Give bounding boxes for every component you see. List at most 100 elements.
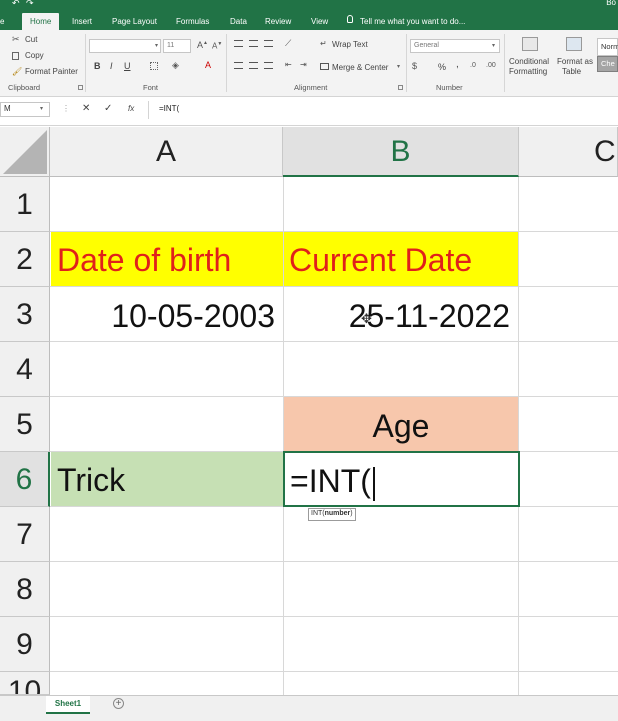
cut-button[interactable]: Cut bbox=[25, 35, 37, 45]
merge-center-button[interactable]: Merge & Center bbox=[332, 63, 388, 73]
grow-font-icon[interactable]: A▲ bbox=[197, 40, 208, 50]
function-tooltip[interactable]: INT(number) bbox=[308, 508, 356, 521]
merge-dropdown-icon[interactable]: ▾ bbox=[397, 63, 400, 70]
font-color-icon[interactable]: A bbox=[205, 60, 211, 70]
cell-a3-text: 10-05-2003 bbox=[111, 298, 275, 334]
cell-b3[interactable]: 25-11-2022 bbox=[284, 287, 518, 341]
copy-button[interactable]: Copy bbox=[25, 51, 44, 61]
borders-icon[interactable] bbox=[150, 62, 158, 70]
number-group-label: Number bbox=[436, 83, 463, 92]
row-header-2[interactable]: 2 bbox=[0, 232, 50, 287]
column-header-b[interactable]: B bbox=[283, 127, 519, 177]
tab-insert[interactable]: Insert bbox=[72, 13, 92, 30]
middle-align-icon[interactable] bbox=[249, 40, 258, 47]
font-size-box[interactable]: 11 bbox=[163, 39, 191, 53]
underline-icon[interactable]: U bbox=[124, 61, 131, 71]
group-separator bbox=[504, 34, 505, 92]
gridline bbox=[50, 616, 618, 617]
formula-input[interactable]: =INT( bbox=[148, 101, 618, 119]
cell-a6[interactable]: Trick bbox=[51, 452, 283, 506]
wrap-text-icon[interactable]: ↵ bbox=[320, 39, 327, 48]
tab-view[interactable]: View bbox=[311, 13, 328, 30]
decrease-decimal-icon[interactable]: .00 bbox=[486, 62, 496, 69]
copy-icon[interactable] bbox=[12, 52, 19, 60]
row-header-1[interactable]: 1 bbox=[0, 177, 50, 232]
italic-icon[interactable]: I bbox=[110, 61, 113, 71]
clipboard-launcher-icon[interactable] bbox=[78, 85, 83, 90]
number-format-dropdown-icon[interactable]: ▾ bbox=[492, 42, 495, 49]
align-center-icon[interactable] bbox=[249, 62, 258, 69]
format-painter-icon[interactable]: 🖌 bbox=[12, 67, 22, 76]
enter-icon[interactable]: ✓ bbox=[104, 103, 112, 114]
insert-function-icon[interactable]: fx bbox=[128, 104, 134, 113]
redo-icon[interactable]: ↷ bbox=[26, 0, 34, 9]
tab-page-layout[interactable]: Page Layout bbox=[112, 13, 157, 30]
cancel-icon[interactable]: ✕ bbox=[82, 103, 90, 114]
wrap-text-button[interactable]: Wrap Text bbox=[332, 40, 368, 50]
tab-review[interactable]: Review bbox=[265, 13, 291, 30]
cell-b2[interactable]: Current Date bbox=[284, 232, 518, 286]
fill-color-icon[interactable]: ◈ bbox=[172, 60, 179, 71]
cell-a3[interactable]: 10-05-2003 bbox=[51, 287, 283, 341]
percent-button[interactable]: % bbox=[438, 62, 446, 72]
tab-file[interactable]: e bbox=[0, 13, 4, 30]
row-header-7[interactable]: 7 bbox=[0, 507, 50, 562]
font-name-dropdown-icon[interactable]: ▾ bbox=[155, 42, 158, 49]
format-painter-button[interactable]: Format Painter bbox=[25, 67, 78, 77]
conditional-formatting-button[interactable]: Conditional bbox=[509, 57, 549, 67]
bottom-align-icon[interactable] bbox=[264, 40, 273, 47]
shrink-font-icon[interactable]: A▼ bbox=[212, 41, 222, 51]
scissors-icon[interactable]: ✂ bbox=[12, 34, 20, 45]
increase-decimal-icon[interactable]: .0 bbox=[470, 62, 476, 69]
alignment-launcher-icon[interactable] bbox=[398, 85, 403, 90]
row-header-4[interactable]: 4 bbox=[0, 342, 50, 397]
increase-indent-icon[interactable]: ⇥ bbox=[300, 60, 307, 69]
conditional-formatting-sublabel[interactable]: Formatting bbox=[509, 67, 547, 77]
tab-formulas[interactable]: Formulas bbox=[176, 13, 209, 30]
align-right-icon[interactable] bbox=[264, 62, 273, 69]
undo-icon[interactable]: ↶ bbox=[12, 0, 20, 9]
add-sheet-icon[interactable]: + bbox=[113, 698, 124, 709]
normal-style-swatch[interactable]: Norm bbox=[597, 38, 618, 56]
mouse-cursor-icon: ✥ bbox=[361, 311, 372, 326]
format-as-table-sublabel[interactable]: Table bbox=[562, 67, 581, 77]
format-as-table-icon[interactable] bbox=[566, 37, 582, 51]
number-format-box[interactable]: General bbox=[410, 39, 500, 53]
row-header-6[interactable]: 6 bbox=[0, 452, 50, 507]
lightbulb-icon bbox=[347, 15, 353, 23]
tab-home[interactable]: Home bbox=[22, 13, 60, 30]
column-header-a[interactable]: A bbox=[50, 127, 283, 177]
column-header-c[interactable]: C bbox=[519, 127, 618, 177]
select-all-corner[interactable] bbox=[0, 127, 50, 177]
tab-data[interactable]: Data bbox=[230, 13, 247, 30]
cell-a2[interactable]: Date of birth bbox=[51, 232, 283, 286]
font-name-box[interactable] bbox=[89, 39, 161, 53]
cell-b3-text: 25-11-2022 bbox=[348, 298, 510, 334]
row-header-8[interactable]: 8 bbox=[0, 562, 50, 617]
sheet-tab-label: Sheet1 bbox=[54, 699, 82, 708]
top-align-icon[interactable] bbox=[234, 40, 243, 47]
sheet-tab-sheet1[interactable]: Sheet1 bbox=[46, 696, 90, 714]
align-left-icon[interactable] bbox=[234, 62, 243, 69]
cell-b6-editing[interactable]: =INT( bbox=[283, 451, 520, 507]
row-header-9[interactable]: 9 bbox=[0, 617, 50, 672]
decrease-indent-icon[interactable]: ⇤ bbox=[285, 60, 292, 69]
merge-center-icon[interactable] bbox=[320, 63, 329, 70]
tell-me-box[interactable]: Tell me what you want to do... bbox=[360, 13, 465, 30]
comma-button[interactable]: , bbox=[456, 60, 459, 70]
row-header-3[interactable]: 3 bbox=[0, 287, 50, 342]
quick-access-toolbar: ↶ ↷ bbox=[4, 0, 64, 12]
row-header-10[interactable]: 10 bbox=[0, 672, 50, 695]
tooltip-function-name: INT( bbox=[311, 510, 325, 517]
cell-a6-text: Trick bbox=[57, 462, 126, 498]
conditional-formatting-icon[interactable] bbox=[522, 37, 538, 51]
cell-b5[interactable]: Age bbox=[284, 397, 518, 451]
bold-icon[interactable]: B bbox=[94, 61, 101, 71]
orientation-icon[interactable]: ⟋ bbox=[285, 38, 291, 49]
format-as-table-button[interactable]: Format as bbox=[557, 57, 593, 67]
user-name-fragment[interactable]: Bo bbox=[606, 0, 616, 7]
name-box-dropdown-icon[interactable]: ▾ bbox=[40, 105, 43, 112]
check-cell-style-swatch[interactable]: Che bbox=[597, 56, 618, 72]
currency-icon[interactable]: $ bbox=[412, 61, 417, 71]
row-header-5[interactable]: 5 bbox=[0, 397, 50, 452]
